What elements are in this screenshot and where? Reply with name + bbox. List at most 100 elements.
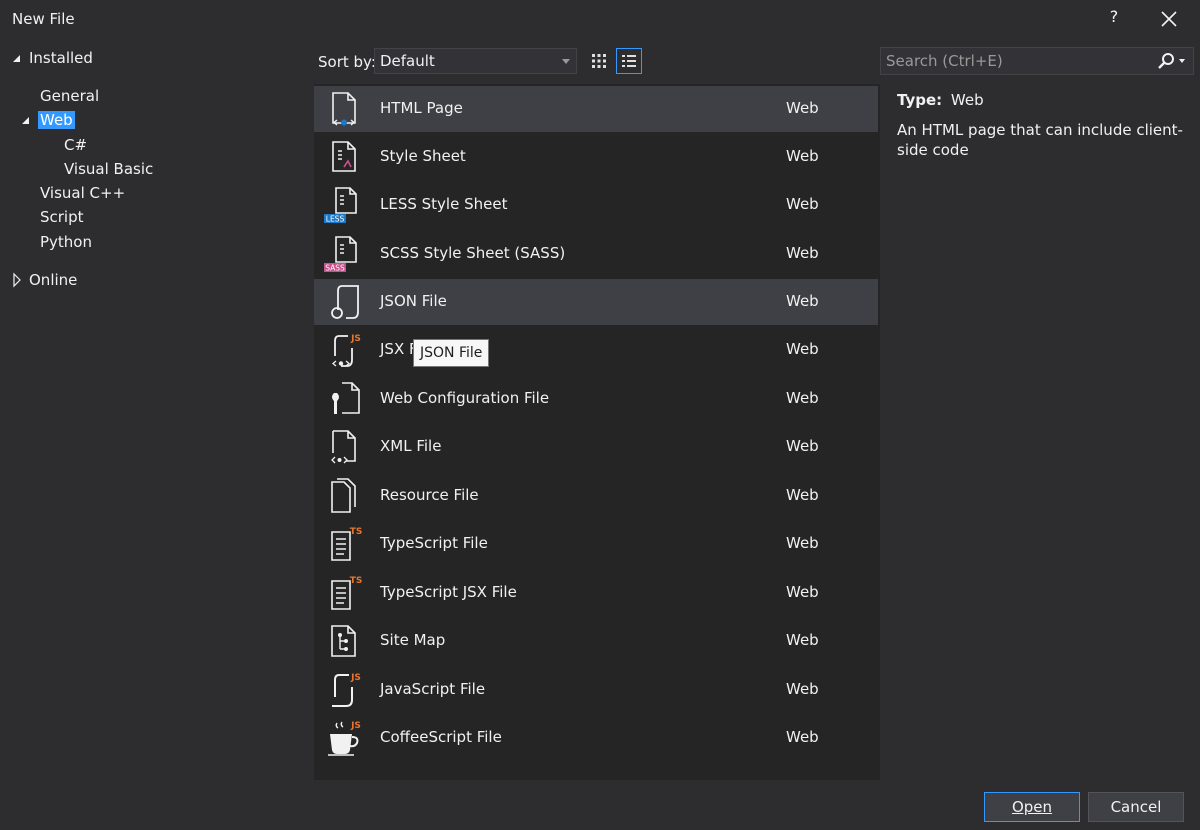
template-name: TypeScript JSX File	[380, 583, 517, 601]
template-category: Web	[786, 680, 819, 698]
tree-item-label: Online	[29, 271, 78, 289]
tree-item-visual-cpp[interactable]: Visual C++	[40, 182, 125, 204]
search-options-chevron-icon[interactable]	[1179, 59, 1185, 63]
template-row[interactable]: HTML Page Web	[314, 86, 878, 132]
template-name: Site Map	[380, 631, 446, 649]
open-button[interactable]: Open	[984, 792, 1080, 822]
template-row[interactable]: XML File Web	[314, 424, 878, 470]
tree-item-label: General	[40, 87, 100, 105]
xml-file-icon	[331, 430, 356, 464]
typescript-file-icon: TS	[331, 527, 362, 561]
template-name: SCSS Style Sheet (SASS)	[380, 244, 566, 262]
search-input[interactable]	[881, 48, 1151, 74]
template-name: JavaScript File	[380, 680, 486, 698]
template-row[interactable]: TS TypeScript JSX File Web	[314, 570, 878, 616]
list-view-icon	[622, 55, 636, 67]
help-button[interactable]: ?	[1104, 7, 1124, 31]
search-icon[interactable]	[1157, 52, 1175, 70]
template-row[interactable]: Site Map Web	[314, 618, 878, 664]
template-category: Web	[786, 631, 819, 649]
javascript-file-icon: JS	[332, 673, 361, 707]
grid-view-button[interactable]	[586, 48, 612, 74]
coffeescript-file-icon: JS	[328, 721, 361, 756]
template-list: HTML Page Web Style Sheet Web LESS LESS …	[314, 84, 880, 780]
cancel-button-label: Cancel	[1110, 798, 1162, 816]
chevron-down-icon	[562, 59, 570, 64]
template-category: Web	[786, 340, 819, 358]
json-file-icon	[331, 285, 359, 319]
tree-item-python[interactable]: Python	[40, 231, 92, 253]
expanded-arrow-icon[interactable]	[20, 109, 32, 131]
template-name: HTML Page	[380, 99, 463, 117]
template-name: XML File	[380, 437, 442, 455]
tree-item-label: Web	[38, 111, 75, 129]
template-row[interactable]: JS CoffeeScript File Web	[314, 715, 878, 761]
js-badge: JS	[350, 334, 361, 344]
type-key: Type:	[897, 91, 943, 109]
resource-file-icon	[331, 478, 356, 513]
tree-item-web[interactable]: Web	[22, 109, 75, 131]
tree-item-label: C#	[64, 136, 88, 154]
template-category: Web	[786, 147, 819, 165]
tree-item-visual-basic[interactable]: Visual Basic	[64, 158, 153, 180]
tree-item-csharp[interactable]: C#	[64, 134, 87, 156]
sass-badge: SASS	[325, 264, 345, 273]
template-name: JSX F	[380, 340, 418, 358]
template-name: Web Configuration File	[380, 389, 550, 407]
template-name: CoffeeScript File	[380, 728, 502, 746]
type-value: Web	[950, 91, 984, 109]
tree-item-label: Script	[40, 208, 84, 226]
template-category-tree: Installed General Web C# Visual Basic Vi…	[0, 40, 300, 780]
template-category: Web	[786, 195, 819, 213]
template-row[interactable]: TS TypeScript File Web	[314, 521, 878, 567]
tree-item-script[interactable]: Script	[40, 206, 84, 228]
open-button-label: Open	[1011, 798, 1053, 816]
template-category: Web	[786, 99, 819, 117]
template-category: Web	[786, 244, 819, 262]
template-row[interactable]: LESS LESS Style Sheet Web	[314, 182, 878, 228]
cancel-button[interactable]: Cancel	[1088, 792, 1184, 822]
tree-item-label: Visual Basic	[64, 160, 154, 178]
list-view-button[interactable]	[616, 48, 642, 74]
template-row[interactable]: Web Configuration File Web	[314, 376, 878, 422]
template-name: JSON File	[380, 292, 447, 310]
expanded-arrow-icon[interactable]	[11, 47, 23, 69]
close-button[interactable]	[1157, 7, 1181, 31]
style-sheet-icon	[332, 141, 356, 172]
template-category: Web	[786, 437, 819, 455]
less-style-sheet-icon: LESS	[324, 187, 357, 224]
type-row: Type: Web	[897, 90, 1193, 110]
sort-toolbar: Sort by: Default	[314, 46, 880, 76]
grid-view-icon	[592, 54, 606, 68]
template-row[interactable]: JSON File Web	[314, 279, 878, 325]
window-title: New File	[12, 10, 75, 28]
close-icon	[1161, 11, 1177, 27]
dialog-footer: Open Cancel	[0, 780, 1200, 830]
template-row[interactable]: Style Sheet Web	[314, 134, 878, 180]
sort-dropdown-value: Default	[380, 52, 435, 70]
template-row[interactable]: Resource File Web	[314, 473, 878, 519]
template-category: Web	[786, 389, 819, 407]
template-description: An HTML page that can include client-sid…	[897, 121, 1183, 159]
template-row[interactable]: SASS SCSS Style Sheet (SASS) Web	[314, 231, 878, 277]
sort-label: Sort by:	[318, 53, 376, 71]
tree-item-label: Visual C++	[40, 184, 126, 202]
sort-dropdown[interactable]: Default	[374, 48, 577, 74]
collapsed-arrow-icon[interactable]	[11, 269, 23, 291]
search-box	[880, 47, 1194, 75]
tree-item-label: Python	[40, 233, 92, 251]
jsx-file-icon: JS	[331, 334, 361, 367]
template-category: Web	[786, 292, 819, 310]
template-category: Web	[786, 534, 819, 552]
template-row[interactable]: JS JavaScript File Web	[314, 667, 878, 713]
tree-item-installed[interactable]: Installed	[13, 47, 93, 69]
template-name: Resource File	[380, 486, 479, 504]
less-badge: LESS	[326, 215, 345, 224]
web-config-file-icon	[332, 382, 360, 414]
tree-item-general[interactable]: General	[40, 85, 99, 107]
title-bar: New File ?	[0, 0, 1200, 40]
tree-item-online[interactable]: Online	[13, 269, 78, 291]
template-row[interactable]: JS JSX F Web	[314, 327, 878, 373]
template-name: Style Sheet	[380, 147, 466, 165]
template-category: Web	[786, 728, 819, 746]
